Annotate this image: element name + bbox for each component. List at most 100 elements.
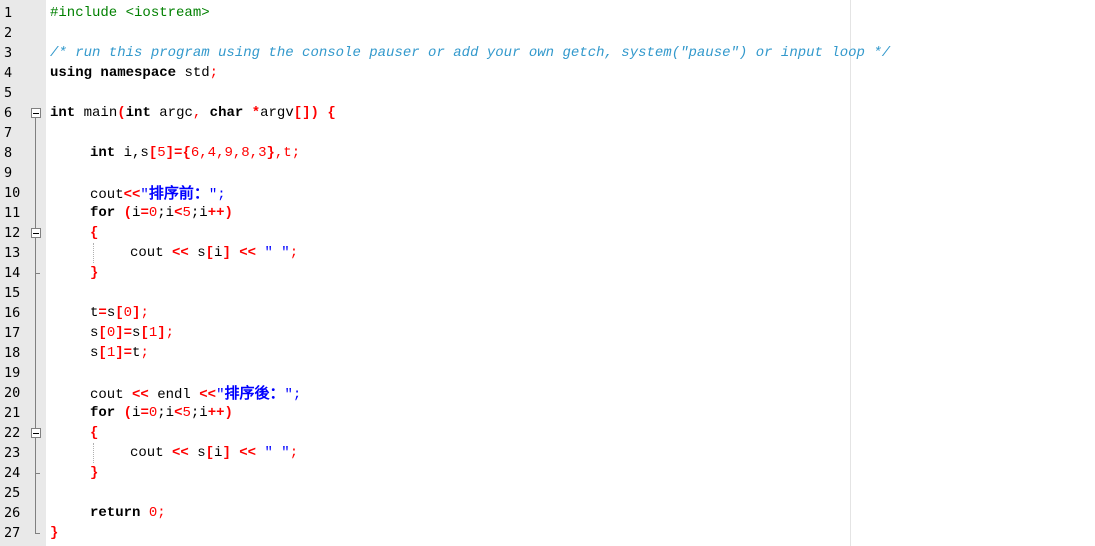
code-text[interactable]: using namespace std; (50, 65, 218, 81)
code-text[interactable]: for (i=0;i<5;i++) (90, 205, 233, 221)
identifier: cout (90, 187, 124, 203)
operator: = (140, 405, 149, 421)
string: "; (284, 387, 302, 403)
code-line: 13 cout << s[i] << " "; (0, 243, 1095, 263)
identifier: argv (260, 105, 294, 121)
operator: ( (115, 205, 133, 221)
line-number: 14 (4, 265, 21, 281)
collapse-icon (31, 108, 41, 118)
line-number: 17 (4, 325, 21, 341)
code-line: 8 int i,s[5]={6,4,9,8,3},t; (0, 143, 1095, 163)
number: 0 (148, 405, 158, 421)
preprocessor-directive: #include <iostream> (50, 5, 210, 21)
operator: << (163, 445, 189, 461)
code-line: 9 (0, 163, 1095, 183)
code-text[interactable]: t=s[0]; (90, 305, 149, 321)
code-text[interactable]: s[0]=s[1]; (90, 325, 174, 341)
code-line: 23 cout << s[i] << " "; (0, 443, 1095, 463)
identifier: s (106, 305, 116, 321)
operator: ] (157, 325, 166, 341)
code-text[interactable]: s[1]=t; (90, 345, 149, 361)
operator: << (230, 245, 257, 261)
line-number: 26 (4, 505, 21, 521)
keyword: using (50, 65, 93, 81)
number: 5 (182, 205, 191, 221)
code-text[interactable]: { (90, 225, 98, 241)
brace: } (90, 265, 99, 281)
code-line: 24 } (0, 463, 1095, 483)
brace: { (90, 225, 99, 241)
identifier: i,s (115, 145, 149, 161)
operator: ]= (115, 325, 133, 341)
number: 0 (123, 305, 133, 321)
code-text[interactable]: { (90, 425, 98, 441)
code-text[interactable]: int main(int argc, char *argv[]) { (50, 105, 336, 121)
identifier: s (188, 445, 206, 461)
line-number: 21 (4, 405, 21, 421)
code-text[interactable]: cout<<"排序前："; (90, 185, 226, 203)
line-number: 2 (4, 25, 13, 41)
line-number: 27 (4, 525, 21, 541)
fold-toggle-for-1[interactable] (30, 223, 42, 243)
keyword: char (201, 105, 244, 121)
keyword: for (90, 205, 116, 221)
line-number: 5 (4, 85, 13, 101)
operator: ]={ (165, 145, 191, 161)
line-number: 4 (4, 65, 13, 81)
collapse-icon (31, 428, 41, 438)
code-text[interactable]: } (90, 465, 98, 481)
code-line: 20 cout << endl <<"排序後："; (0, 383, 1095, 403)
code-text[interactable]: cout << s[i] << " "; (130, 445, 298, 461)
string: " " (256, 245, 290, 261)
number: 1 (106, 345, 116, 361)
line-number: 12 (4, 225, 21, 241)
operator: [ (140, 325, 149, 341)
code-text[interactable]: cout << s[i] << " "; (130, 245, 298, 261)
identifier: ;i (157, 405, 175, 421)
comment: /* run this program using the console pa… (50, 45, 891, 61)
number: 0 (140, 505, 158, 521)
operator: [ (98, 345, 107, 361)
code-text[interactable]: } (50, 525, 58, 541)
string: 排序後： (224, 384, 285, 402)
line-number: 8 (4, 145, 13, 161)
line-number: 15 (4, 285, 21, 301)
brace: } (50, 525, 59, 541)
keyword: int (125, 105, 151, 121)
line-number: 19 (4, 365, 21, 381)
code-line: 16 t=s[0]; (0, 303, 1095, 323)
identifier: endl (148, 387, 191, 403)
code-text[interactable]: /* run this program using the console pa… (50, 45, 890, 61)
code-line: 5 (0, 83, 1095, 103)
code-text[interactable]: } (90, 265, 98, 281)
identifier: cout (130, 245, 164, 261)
code-text[interactable]: return 0; (90, 505, 166, 521)
operator: ( (117, 105, 126, 121)
code-text[interactable]: int i,s[5]={6,4,9,8,3},t; (90, 145, 300, 161)
code-line: 15 (0, 283, 1095, 303)
line-number: 20 (4, 385, 21, 401)
operator: << (163, 245, 189, 261)
line-number: 22 (4, 425, 21, 441)
line-number: 18 (4, 345, 21, 361)
number: 0 (106, 325, 116, 341)
number: 6,4,9,8,3 (190, 145, 267, 161)
operator: << (123, 187, 141, 203)
fold-toggle-main[interactable] (30, 103, 42, 123)
code-line: 7 (0, 123, 1095, 143)
operator: ] (222, 245, 231, 261)
code-text[interactable]: cout << endl <<"排序後："; (90, 385, 301, 403)
number: 5 (182, 405, 191, 421)
code-text[interactable]: #include <iostream> (50, 5, 210, 21)
identifier: ;i (190, 205, 208, 221)
code-line: 19 (0, 363, 1095, 383)
code-line: 6 int main(int argc, char *argv[]) { (0, 103, 1095, 123)
operator: * (243, 105, 261, 121)
operator: ( (115, 405, 133, 421)
semicolon: ; (157, 505, 166, 521)
operator: ++) (207, 405, 233, 421)
fold-toggle-for-2[interactable] (30, 423, 42, 443)
code-text[interactable]: for (i=0;i<5;i++) (90, 405, 233, 421)
code-line: 11 for (i=0;i<5;i++) (0, 203, 1095, 223)
identifier: cout (90, 387, 124, 403)
